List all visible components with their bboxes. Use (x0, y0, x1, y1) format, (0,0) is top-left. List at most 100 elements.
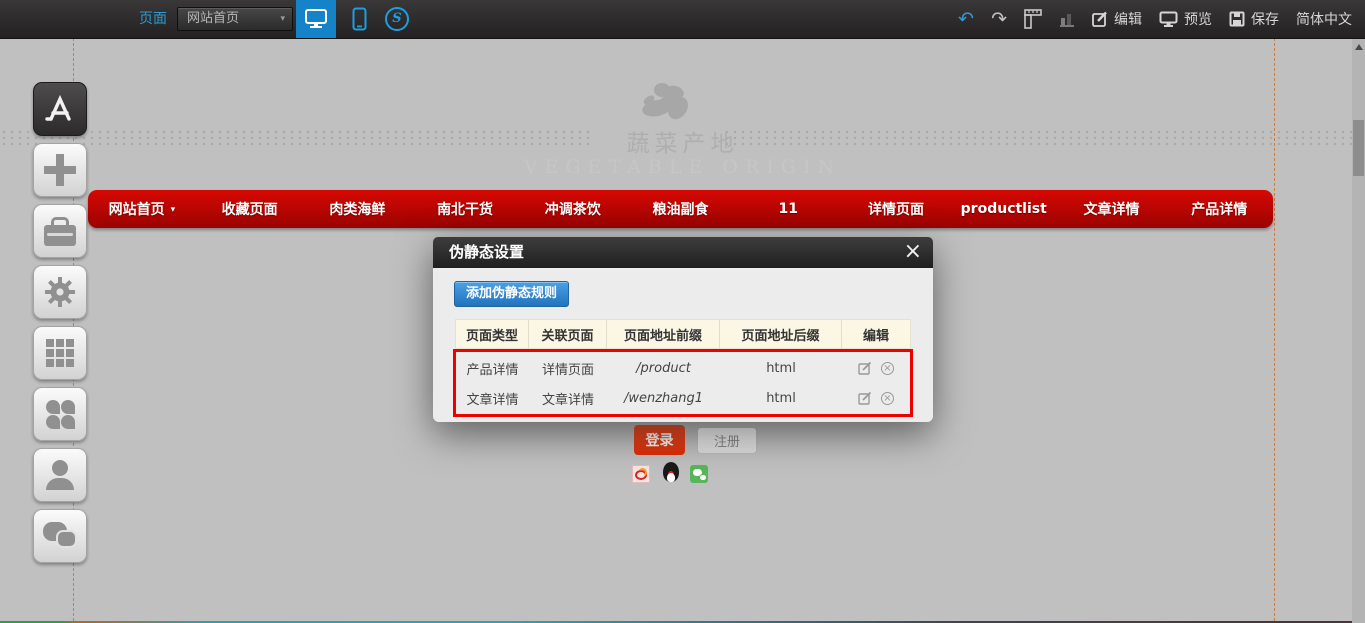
page-label: 页面 (139, 0, 167, 38)
nav-item-dry-goods[interactable]: 南北干货 (411, 190, 519, 228)
clover-icon (45, 399, 76, 430)
ruler-icon[interactable] (1024, 9, 1042, 29)
stats-column-icon[interactable] (1059, 11, 1075, 27)
editor-window: 页面 网站首页 ▾ S ↶ ↷ (0, 0, 1365, 623)
undo-icon[interactable]: ↶ (958, 10, 974, 29)
nav-item-label: 冲调茶饮 (545, 199, 601, 219)
cell-url-suffix: html (720, 361, 842, 376)
nav-item-label: 产品详情 (1191, 199, 1247, 219)
editor-sidebar (33, 82, 87, 570)
edit-row-icon[interactable] (858, 361, 872, 375)
nav-item-productlist[interactable]: productlist (950, 190, 1058, 228)
col-header-linked-page: 关联页面 (529, 320, 607, 348)
nav-item-home[interactable]: 网站首页 ▾ (88, 190, 196, 228)
nav-item-meat-seafood[interactable]: 肉类海鲜 (303, 190, 411, 228)
preview-monitor-icon (1159, 11, 1178, 28)
rules-table-header: 页面类型 关联页面 页面地址前缀 页面地址后缀 编辑 (455, 319, 911, 349)
nav-item-label: productlist (961, 201, 1047, 217)
chevron-down-icon: ▾ (280, 8, 285, 30)
edit-row-icon[interactable] (858, 391, 872, 405)
nav-item-favorites[interactable]: 收藏页面 (196, 190, 304, 228)
save-button[interactable]: 保存 (1229, 9, 1279, 29)
nav-item-11[interactable]: 11 (734, 190, 842, 228)
site-logo-vegetables-icon (637, 78, 697, 126)
chevron-down-icon: ▾ (171, 205, 176, 215)
layout-guide-right (1274, 38, 1275, 621)
toolbar-actions: ↶ ↷ (958, 0, 1352, 38)
register-button[interactable]: 注册 (697, 427, 757, 454)
nav-item-detail-page[interactable]: 详情页面 (842, 190, 950, 228)
nav-item-label: 11 (779, 201, 798, 217)
annotation-highlight-box: 产品详情 详情页面 /product html × (453, 349, 913, 417)
pseudo-static-dialog: 伪静态设置 × 添加伪静态规则 页面类型 关联页面 页面地址前缀 页面地址后缀 … (433, 237, 933, 422)
table-row: 产品详情 详情页面 /product html × (456, 353, 910, 383)
close-icon[interactable]: × (904, 237, 922, 266)
col-header-edit: 编辑 (842, 320, 910, 348)
cell-actions: × (842, 361, 910, 375)
wechat-icon (43, 522, 77, 550)
weibo-icon[interactable] (632, 465, 650, 483)
vertical-scrollbar[interactable] (1352, 38, 1365, 623)
qq-icon[interactable] (661, 462, 681, 483)
sidebar-item-modules[interactable] (33, 326, 87, 380)
save-label: 保存 (1251, 9, 1279, 29)
nav-item-label: 文章详情 (1083, 199, 1139, 219)
preview-button[interactable]: 预览 (1159, 9, 1212, 29)
site-subtitle: VEGETABLE ORIGIN (0, 156, 1365, 178)
nav-item-label: 粮油副食 (653, 199, 709, 219)
edit-pencil-icon (1092, 11, 1108, 27)
scroll-up-arrow-icon[interactable] (1355, 44, 1363, 50)
scrollbar-thumb[interactable] (1353, 120, 1364, 176)
cell-actions: × (842, 391, 910, 405)
nav-item-label: 详情页面 (868, 199, 924, 219)
nav-item-label: 肉类海鲜 (329, 199, 385, 219)
edit-button[interactable]: 编辑 (1092, 9, 1142, 29)
desktop-view-button[interactable] (296, 0, 336, 38)
top-toolbar: 页面 网站首页 ▾ S ↶ ↷ (0, 0, 1365, 39)
nav-item-article-detail[interactable]: 文章详情 (1058, 190, 1166, 228)
col-header-url-suffix: 页面地址后缀 (720, 320, 842, 348)
gear-icon (43, 275, 77, 309)
brand-circle-button[interactable]: S (378, 0, 416, 38)
login-button[interactable]: 登录 (634, 425, 685, 455)
sidebar-item-add-module[interactable] (33, 143, 87, 197)
cell-page-type: 文章详情 (456, 389, 529, 408)
wechat-login-icon[interactable] (690, 465, 708, 483)
site-title: 蔬菜产地 (0, 124, 1365, 158)
redo-icon[interactable]: ↷ (991, 10, 1007, 29)
sidebar-item-wechat[interactable] (33, 509, 87, 563)
language-switch[interactable]: 简体中文 (1296, 9, 1352, 29)
nav-item-grain-oil[interactable]: 粮油副食 (627, 190, 735, 228)
mobile-view-button[interactable] (341, 0, 377, 38)
desktop-icon (304, 8, 328, 30)
toolbox-icon (44, 225, 76, 246)
sidebar-item-apps[interactable] (33, 387, 87, 441)
sidebar-item-design[interactable] (33, 82, 87, 136)
dialog-title: 伪静态设置 (433, 237, 933, 268)
dialog-body: 添加伪静态规则 页面类型 关联页面 页面地址前缀 页面地址后缀 编辑 产品详情 … (433, 268, 933, 422)
nav-item-label: 收藏页面 (222, 199, 278, 219)
nav-item-label: 网站首页 (109, 199, 165, 219)
col-header-url-prefix: 页面地址前缀 (607, 320, 720, 348)
nav-item-product-detail[interactable]: 产品详情 (1165, 190, 1273, 228)
cell-url-prefix: /wenzhang1 (607, 391, 720, 406)
delete-row-icon[interactable]: × (881, 362, 894, 375)
grid-icon (45, 338, 75, 368)
cell-url-suffix: html (720, 391, 842, 406)
user-icon (45, 460, 75, 490)
sidebar-item-settings[interactable] (33, 265, 87, 319)
dialog-header[interactable]: 伪静态设置 × (433, 237, 933, 268)
nav-item-label: 南北干货 (437, 199, 493, 219)
add-rule-button[interactable]: 添加伪静态规则 (454, 281, 569, 307)
sidebar-item-toolbox[interactable] (33, 204, 87, 258)
app-store-icon (43, 93, 77, 125)
cell-linked-page: 文章详情 (529, 389, 607, 408)
col-header-page-type: 页面类型 (456, 320, 529, 348)
page-selector-dropdown[interactable]: 网站首页 ▾ (177, 7, 293, 31)
edit-label: 编辑 (1114, 9, 1142, 29)
nav-item-beverages[interactable]: 冲调茶饮 (519, 190, 627, 228)
sidebar-item-member[interactable] (33, 448, 87, 502)
page-selector-value: 网站首页 (187, 11, 239, 26)
site-nav-bar: 网站首页 ▾ 收藏页面 肉类海鲜 南北干货 冲调茶饮 粮油副食 11 详情页面 … (88, 190, 1273, 228)
delete-row-icon[interactable]: × (881, 392, 894, 405)
